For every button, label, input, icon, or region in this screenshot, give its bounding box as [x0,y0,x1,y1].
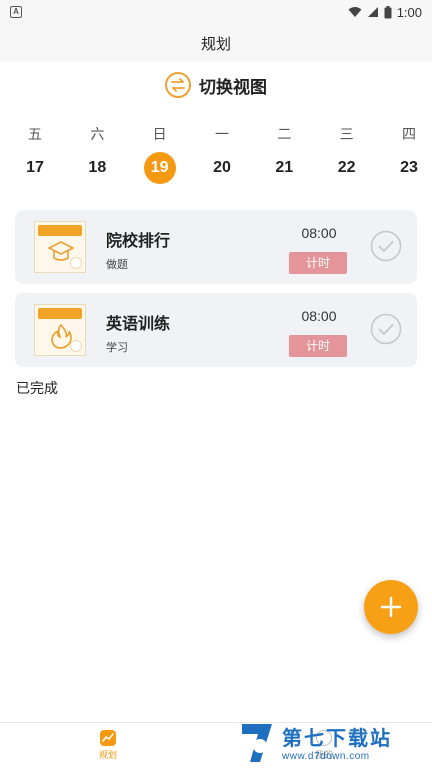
page-title: 规划 [200,35,231,53]
watermark-url: www.d7down.com [282,751,370,762]
weekday-label: 二 [277,126,292,142]
task-title: 英语训练 [106,316,171,333]
date-cell-selected[interactable]: 19 [143,152,176,184]
add-task-button[interactable] [364,580,418,634]
date-cell[interactable]: 17 [19,152,51,184]
battery-icon [384,5,392,18]
thumbnail-tag [38,308,82,319]
app-notification-icon: A [10,6,22,18]
swap-arrows-icon [165,72,191,98]
plus-icon [380,596,402,618]
tab-label: 规划 [98,750,117,760]
watermark: 第七下载站 www.d7down.com [238,716,432,768]
chart-icon [100,730,116,746]
switch-view-button[interactable]: 切换视图 [0,68,432,102]
task-time: 08:00 [301,225,337,241]
task-subtitle: 学习 [106,342,128,354]
task-thumbnail [34,304,86,356]
task-card[interactable]: 英语训练 学习 08:00 计时 [15,293,417,367]
watermark-logo-icon [242,724,272,762]
weekday-label: 五 [28,126,42,142]
thumbnail-badge [70,257,82,269]
complete-check-icon[interactable] [370,313,402,345]
switch-view-label: 切换视图 [199,77,267,97]
weekday-label: 三 [339,126,354,142]
watermark-text: 第七下载站 www.d7down.com [282,722,392,762]
wifi-icon [348,7,362,17]
thumbnail-badge [70,340,82,352]
date-row: 17 18 19 20 21 22 23 [19,152,425,184]
watermark-main: 第七下载站 [282,728,392,750]
task-card[interactable]: 院校排行 做题 08:00 计时 [15,210,417,284]
weekday-label: 四 [401,126,416,142]
tab-plan[interactable]: 规划 [0,723,216,768]
signal-icon [367,7,378,17]
date-cell[interactable]: 22 [331,152,363,184]
weekday-label: 六 [90,126,105,142]
weekday-label: 一 [214,126,229,142]
status-left: A [10,6,22,18]
date-cell[interactable]: 21 [268,152,300,184]
weekday-row: 五 六 日 一 二 三 四 [19,124,425,144]
status-right: 1:00 [348,5,422,20]
status-time: 1:00 [396,4,422,20]
timer-button[interactable]: 计时 [289,252,347,274]
complete-check-icon[interactable] [370,230,402,262]
task-time: 08:00 [301,308,337,324]
timer-button[interactable]: 计时 [289,335,347,357]
task-subtitle: 做题 [106,259,128,271]
date-cell[interactable]: 18 [81,152,113,184]
task-title: 院校排行 [106,233,171,250]
thumbnail-tag [38,225,82,236]
completed-section-label: 已完成 [16,380,58,396]
status-bar: A 1:00 [0,0,432,24]
weekday-label: 日 [152,126,167,142]
page-header: 规划 [0,24,432,62]
date-cell[interactable]: 20 [206,152,238,184]
date-cell[interactable]: 23 [393,152,425,184]
task-thumbnail [34,221,86,273]
